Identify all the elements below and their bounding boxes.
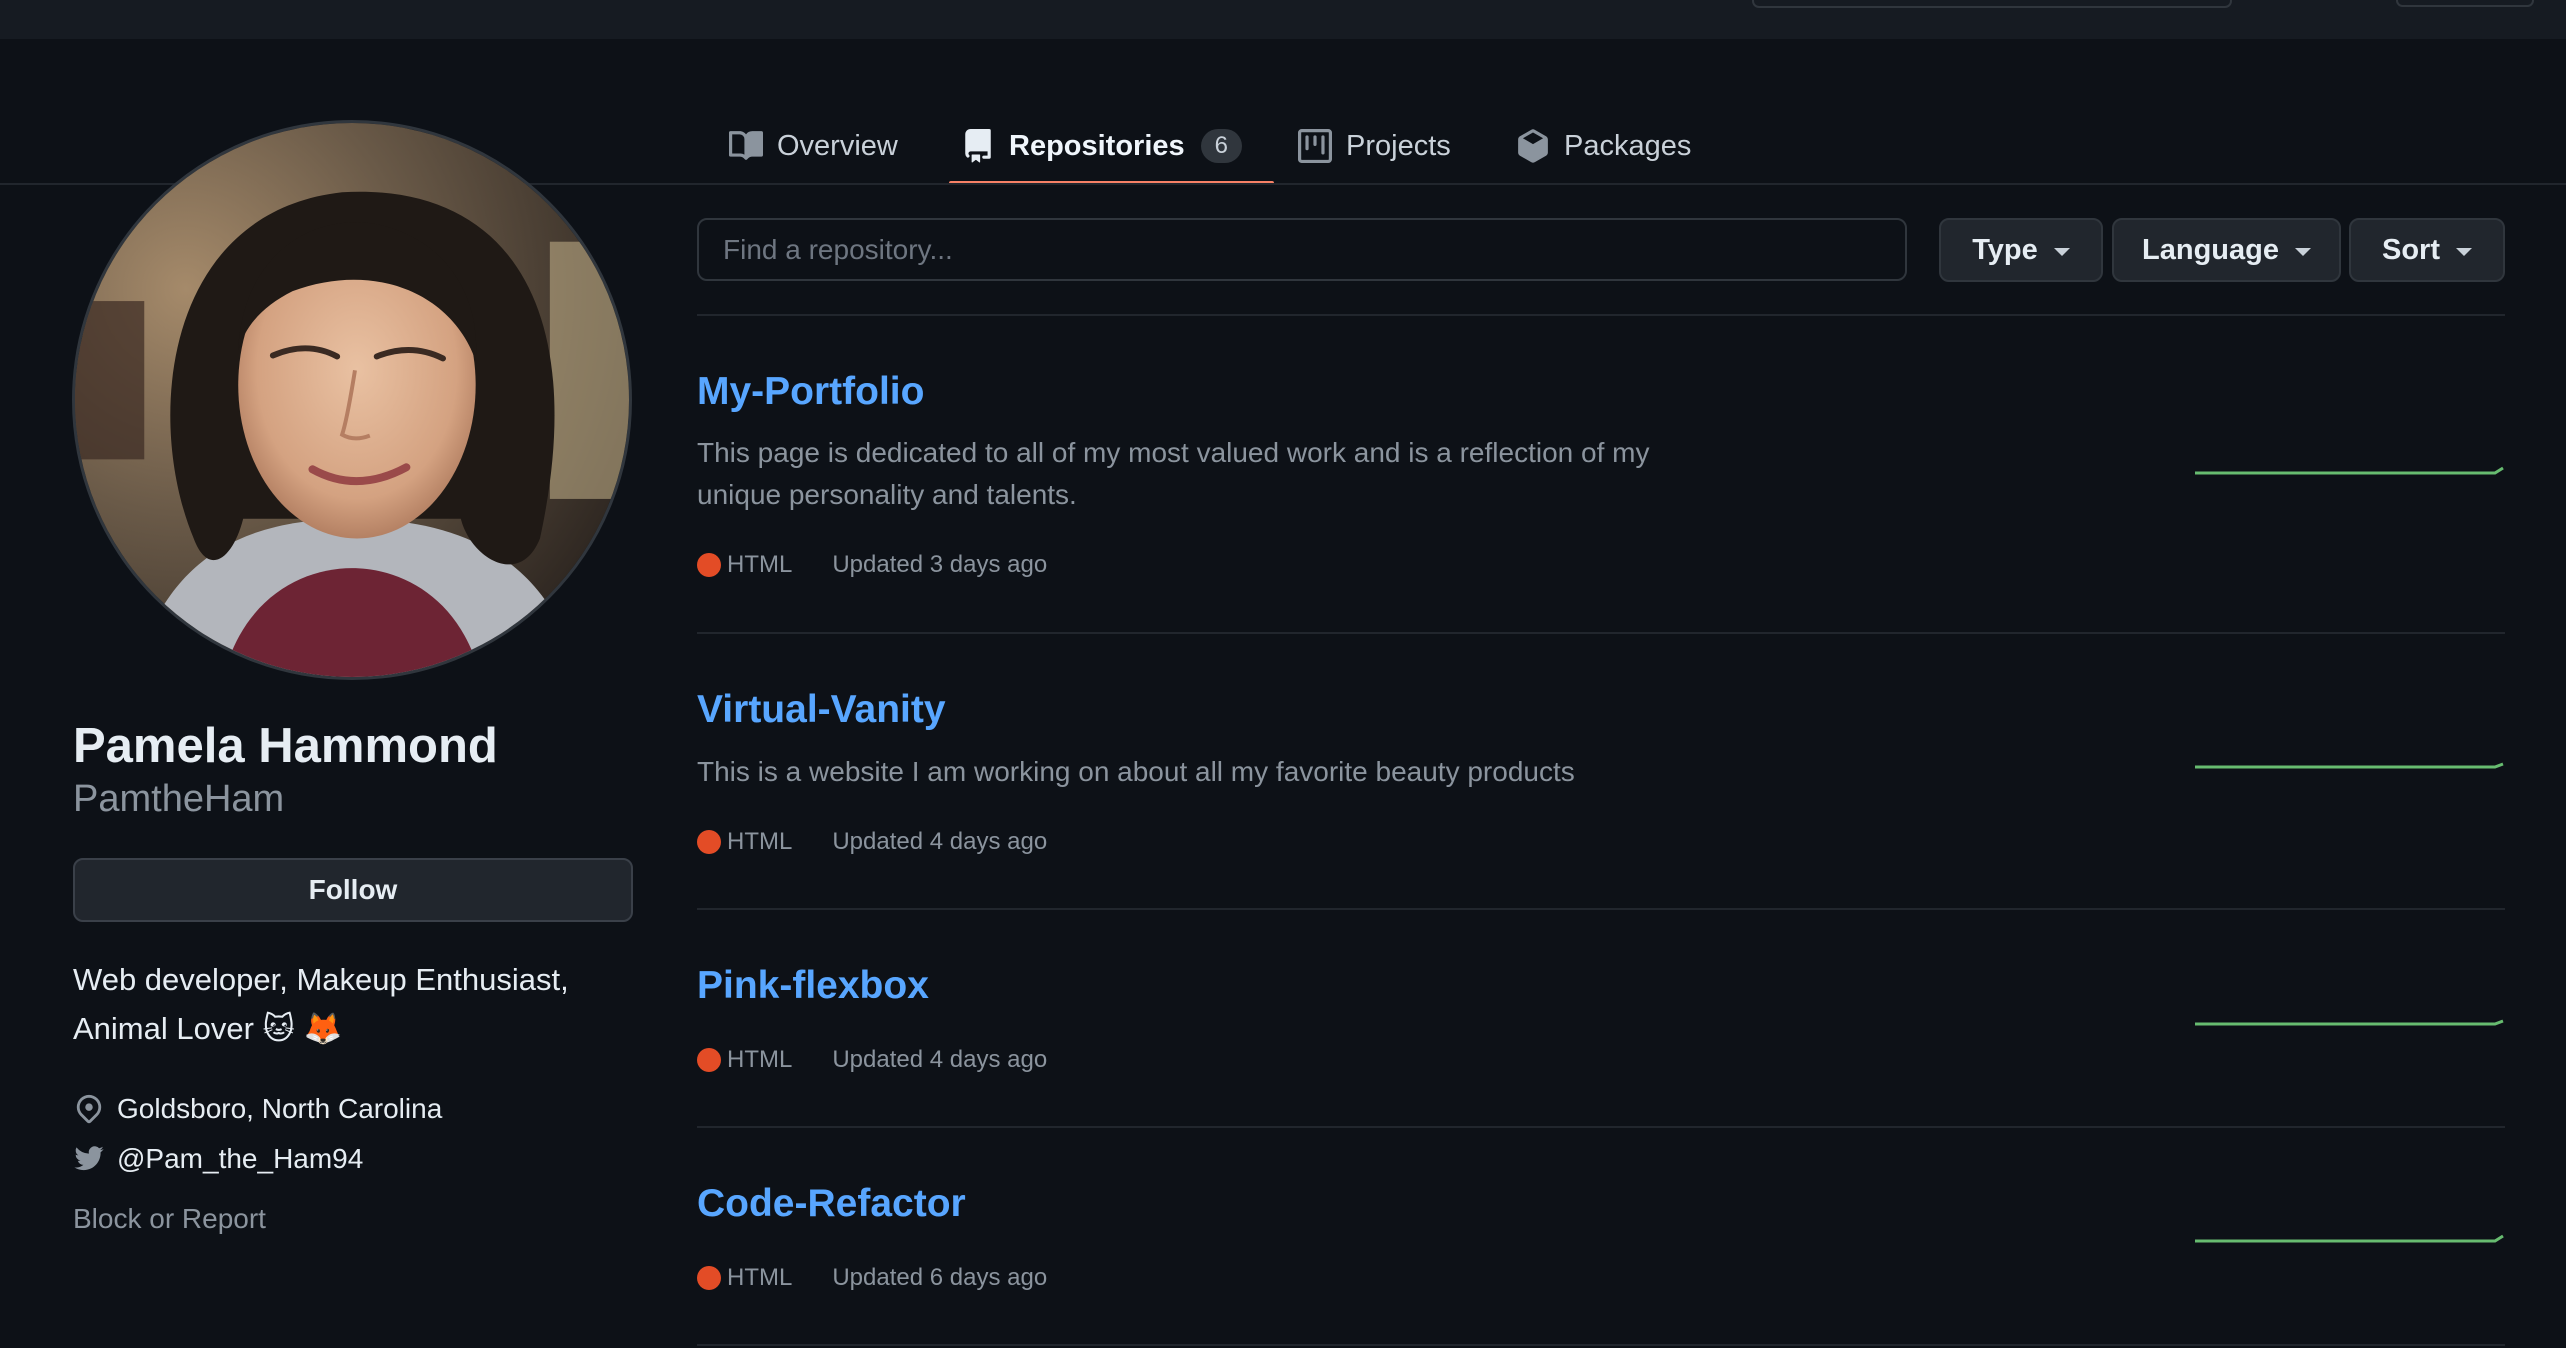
caret-down-icon [2053,248,2070,256]
sort-filter-button[interactable]: Sort [2349,218,2505,282]
repo-description: This is a website I am working on about … [697,756,1575,787]
divider [697,1344,2505,1346]
language-color-dot [697,1048,721,1072]
repo-title-link[interactable]: Pink-flexbox [697,964,929,1008]
repo-meta: HTML Updated 6 days ago [697,1264,1047,1292]
repo-title-link[interactable]: Code-Refactor [697,1182,966,1226]
repo-meta: HTML Updated 4 days ago [697,828,1047,856]
twitter-icon [73,1143,105,1175]
follow-button[interactable]: Follow [73,858,633,922]
activity-sparkline [2195,1234,2504,1243]
caret-down-icon [2294,248,2311,256]
activity-sparkline [2195,762,2504,769]
global-header [0,0,2566,39]
repo-updated: Updated 4 days ago [832,1046,1048,1073]
repo-search-input[interactable] [697,218,1907,281]
global-search-input[interactable] [1752,0,2232,8]
repo-meta: HTML Updated 3 days ago [697,551,1047,579]
profile-name: Pamela Hammond [73,719,498,773]
project-icon [1298,129,1332,163]
language-color-dot [697,830,721,854]
repo-description: This page is dedicated to all of my most… [697,437,1650,510]
repo-language: HTML [727,1046,793,1073]
activity-sparkline [2195,466,2504,475]
profile-twitter[interactable]: @Pam_the_Ham94 [73,1143,363,1175]
repo-title-link[interactable]: My-Portfolio [697,370,924,414]
header-button[interactable] [2396,0,2534,7]
profile-location: Goldsboro, North Carolina [73,1093,442,1125]
repo-icon [961,129,995,163]
tab-packages[interactable]: Packages [1516,108,1691,184]
divider [697,632,2505,634]
tab-projects[interactable]: Projects [1298,108,1451,184]
block-or-report-link[interactable]: Block or Report [73,1203,266,1235]
repo-language: HTML [727,551,793,578]
book-icon [729,129,763,163]
divider [697,314,2505,316]
avatar[interactable] [72,120,632,680]
language-filter-button[interactable]: Language [2112,218,2341,282]
language-color-dot [697,1266,721,1290]
language-color-dot [697,553,721,577]
type-filter-button[interactable]: Type [1939,218,2103,282]
profile-bio: Web developer, Makeup Enthusiast, Animal… [73,962,569,1046]
tab-repositories[interactable]: Repositories 6 [948,108,1275,185]
repo-updated: Updated 6 days ago [832,1264,1048,1291]
tab-overview[interactable]: Overview [729,108,898,184]
profile-username: PamtheHam [73,778,285,820]
activity-sparkline [2195,1019,2504,1026]
repo-title-link[interactable]: Virtual-Vanity [697,688,946,732]
divider [697,1126,2505,1128]
caret-down-icon [2456,248,2472,256]
repo-updated: Updated 4 days ago [832,828,1048,855]
location-icon [73,1093,105,1125]
package-icon [1516,129,1550,163]
divider [697,908,2505,910]
repo-meta: HTML Updated 4 days ago [697,1046,1047,1074]
repo-updated: Updated 3 days ago [832,551,1048,578]
repo-language: HTML [727,828,793,855]
repo-count-badge: 6 [1200,129,1243,163]
repo-language: HTML [727,1264,793,1291]
